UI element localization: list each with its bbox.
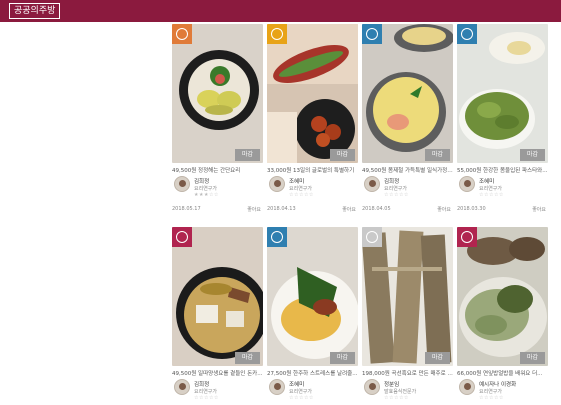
class-title[interactable]: 198,000원 곡선흑요로 만든 매주로 만... xyxy=(362,369,453,377)
closed-tag: 마감 xyxy=(235,352,260,364)
bowl-icon xyxy=(172,24,192,44)
author-name: 예시자나 이경화 xyxy=(479,382,517,388)
closed-tag: 마감 xyxy=(520,352,545,364)
avatar xyxy=(459,379,475,395)
spoon-icon xyxy=(267,24,287,44)
avatar xyxy=(174,379,190,395)
closed-tag: 마감 xyxy=(425,352,450,364)
avatar xyxy=(174,176,190,192)
fork-icon xyxy=(362,227,382,247)
class-card[interactable]: 마감 27,500원 한주하 스트레스를 날려줄... 조혜미 요리연구가 ☆☆… xyxy=(267,227,358,403)
rating-stars: ☆☆☆☆☆ xyxy=(479,192,504,198)
avatar xyxy=(364,379,380,395)
top-navigation-bar: 공공의주방 xyxy=(0,0,561,22)
author-name: 김희정 xyxy=(194,382,210,388)
author-name: 김희정 xyxy=(384,179,400,185)
class-title[interactable]: 49,500원 정정해는 간단요리 xyxy=(172,166,263,174)
like-button[interactable]: 좋아요 xyxy=(437,206,451,213)
author-role: 요리연구가 xyxy=(289,186,313,192)
author-role: 요리연구가 xyxy=(479,389,503,395)
dish-icon xyxy=(362,24,382,44)
rating-stars: ☆☆☆☆☆ xyxy=(194,395,219,401)
author-role: 요리연구가 xyxy=(289,389,313,395)
author-role: 요리연구가 xyxy=(384,186,408,192)
author-role: 발효음식전문가 xyxy=(384,389,417,395)
class-card[interactable]: 마감 49,500원 정정해는 간단요리 김희정 요리연구가 ★★★☆☆ 201… xyxy=(172,24,263,213)
author-role: 요리연구가 xyxy=(194,389,218,395)
author-role: 요리연구가 xyxy=(479,186,503,192)
rating-stars: ☆☆☆☆☆ xyxy=(289,395,314,401)
food-photo[interactable]: 마감 xyxy=(267,227,358,366)
rating-stars: ★★★☆☆ xyxy=(194,192,219,198)
avatar xyxy=(269,379,285,395)
author-name: 정분임 xyxy=(384,382,400,388)
author-name: 조혜미 xyxy=(289,382,305,388)
food-photo[interactable]: 마감 xyxy=(172,227,263,366)
closed-tag: 마감 xyxy=(425,149,450,161)
author-name: 조혜미 xyxy=(289,179,305,185)
avatar xyxy=(269,176,285,192)
class-card[interactable]: 마감 49,500원 봄제철 가득특별 일식가정식 ... 김희정 요리연구가 … xyxy=(362,24,453,213)
class-title[interactable]: 66,000원 연잎밥얼밥을 배워요 더... xyxy=(457,369,548,377)
author-name: 김희정 xyxy=(194,179,210,185)
class-card[interactable]: 마감 55,000원 한강한 봄울입된 파스타와... 조혜미 요리연구가 ☆☆… xyxy=(457,24,548,213)
author-role: 요리연구가 xyxy=(194,186,218,192)
class-date: 2018.04.05 xyxy=(362,206,391,212)
class-title[interactable]: 49,500원 봄제철 가득특별 일식가정식 ... xyxy=(362,166,453,174)
food-photo[interactable]: 마감 xyxy=(267,24,358,163)
author-name: 조혜미 xyxy=(479,179,495,185)
closed-tag: 마감 xyxy=(330,149,355,161)
class-card[interactable]: 마감 33,000원 13일의 글로벌의 특별하기 조혜미 요리연구가 ☆☆☆☆… xyxy=(267,24,358,213)
closed-tag: 마감 xyxy=(330,352,355,364)
rating-stars: ☆☆☆☆☆ xyxy=(479,395,504,401)
food-photo[interactable]: 마감 xyxy=(362,227,453,366)
rating-stars: ☆☆☆☆☆ xyxy=(384,192,409,198)
class-title[interactable]: 55,000원 한강한 봄울입된 파스타와... xyxy=(457,166,548,174)
site-logo[interactable]: 공공의주방 xyxy=(9,3,61,19)
food-photo[interactable]: 마감 xyxy=(362,24,453,163)
rating-stars: ☆☆☆☆☆ xyxy=(289,192,314,198)
rating-stars: ☆☆☆☆☆ xyxy=(384,395,409,401)
dish-icon xyxy=(267,227,287,247)
class-title[interactable]: 33,000원 13일의 글로벌의 특별하기 xyxy=(267,166,358,174)
class-title[interactable]: 27,500원 한주하 스트레스를 날려줄... xyxy=(267,369,358,377)
class-card[interactable]: 마감 49,500원 일따양생요를 곁들인 돈카... 김희정 요리연구가 ☆☆… xyxy=(172,227,263,403)
like-button[interactable]: 좋아요 xyxy=(342,206,356,213)
class-card[interactable]: 마감 66,000원 연잎밥얼밥을 배워요 더... 예시자나 이경화 요리연구… xyxy=(457,227,548,403)
food-photo[interactable]: 마감 xyxy=(457,227,548,366)
closed-tag: 마감 xyxy=(520,149,545,161)
avatar xyxy=(364,176,380,192)
class-date: 2018.04.13 xyxy=(267,206,296,212)
avatar xyxy=(459,176,475,192)
like-button[interactable]: 좋아요 xyxy=(247,206,261,213)
class-date: 2018.03.30 xyxy=(457,206,486,212)
food-photo[interactable]: 마감 xyxy=(172,24,263,163)
like-button[interactable]: 좋아요 xyxy=(532,206,546,213)
class-title[interactable]: 49,500원 일따양생요를 곁들인 돈카... xyxy=(172,369,263,377)
class-card[interactable]: 마감 198,000원 곡선흑요로 만든 매주로 만... 정분임 발효음식전문… xyxy=(362,227,453,403)
dish-icon xyxy=(457,24,477,44)
fork-icon xyxy=(457,227,477,247)
fork-icon xyxy=(172,227,192,247)
food-photo[interactable]: 마감 xyxy=(457,24,548,163)
closed-tag: 마감 xyxy=(235,149,260,161)
class-date: 2018.05.17 xyxy=(172,206,201,212)
